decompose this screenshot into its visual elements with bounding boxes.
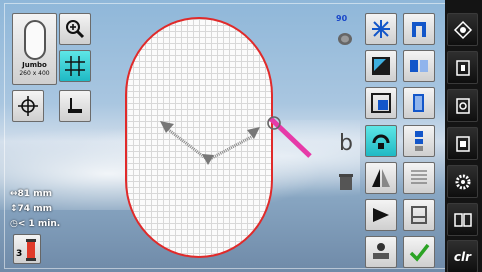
presser-foot-button[interactable] [59, 90, 91, 122]
resize-icon [372, 57, 390, 75]
delete-button[interactable] [330, 165, 362, 197]
align-icon [415, 131, 423, 151]
stitch-counter-icon [373, 243, 389, 259]
rotate-icon [372, 134, 390, 149]
presser-foot-icon [68, 98, 82, 113]
checkmark-icon [409, 243, 430, 262]
align-button[interactable] [403, 125, 435, 157]
grid-button[interactable] [59, 50, 91, 82]
move-icon [373, 208, 389, 222]
center-button[interactable] [12, 90, 44, 122]
home-button[interactable] [447, 13, 478, 46]
height-icon: b [339, 131, 353, 156]
page-button[interactable] [403, 87, 435, 119]
tray-button[interactable] [403, 199, 435, 231]
zoom-in-icon [66, 20, 85, 39]
thread-spool-icon [26, 239, 36, 261]
clr-label: clr [453, 249, 472, 264]
speed-button[interactable] [330, 22, 362, 54]
tray-icon [411, 206, 427, 224]
design-width: ↔81 mm [10, 189, 52, 199]
split-screen-icon [453, 212, 472, 227]
move-button[interactable] [365, 199, 397, 231]
embroidery-screen: Jumbo 260 x 400 ↔81 mm ↕74 mm ◷< 1 min. … [0, 0, 482, 272]
settings-button[interactable] [447, 165, 478, 198]
hoop-select-button[interactable]: Jumbo 260 x 400 [12, 13, 57, 85]
frame-icon [412, 22, 426, 37]
sparkle-icon [372, 20, 390, 38]
sparkle-button[interactable] [365, 13, 397, 45]
duplicate-button[interactable] [365, 87, 397, 119]
mirror-horizontal-button[interactable] [365, 162, 397, 194]
split-screen-button[interactable] [447, 203, 478, 236]
page-icon [413, 94, 424, 112]
color-count: 3 [16, 249, 23, 259]
delete-icon [339, 174, 353, 190]
hoop-area[interactable] [125, 17, 273, 258]
fill-icon [411, 170, 427, 184]
home-icon [453, 20, 472, 39]
stitch-time: ◷< 1 min. [10, 219, 61, 229]
duplicate-icon [371, 93, 391, 113]
clr-button[interactable]: clr [447, 240, 478, 272]
confirm-button[interactable] [403, 236, 435, 268]
hoop-size: 260 x 400 [19, 70, 50, 77]
mirror-vertical-button[interactable] [403, 50, 435, 82]
hoop-name: Jumbo [22, 61, 47, 69]
gear-icon [455, 174, 470, 189]
design-height: ↕74 mm [10, 204, 52, 214]
resize-button[interactable] [365, 50, 397, 82]
zoom-button[interactable] [59, 13, 91, 45]
frame-button[interactable] [403, 13, 435, 45]
height-button[interactable]: b [330, 128, 362, 160]
book-button[interactable] [447, 51, 478, 84]
program-button[interactable] [447, 89, 478, 122]
stitch-counter-button[interactable] [365, 236, 397, 268]
crosshair-icon [18, 96, 38, 116]
book-icon [455, 59, 470, 76]
fill-button[interactable] [403, 162, 435, 194]
hoop-icon [24, 20, 46, 60]
spool-speed-icon [338, 33, 352, 45]
program-icon [455, 97, 470, 114]
color-count-button[interactable]: 3 [13, 234, 41, 264]
print-button[interactable] [447, 127, 478, 160]
print-icon [455, 135, 470, 152]
mirror-vertical-icon [410, 60, 428, 72]
mirror-horizontal-icon [372, 169, 390, 187]
rotate-button[interactable] [365, 125, 397, 157]
grid-icon [65, 56, 85, 76]
